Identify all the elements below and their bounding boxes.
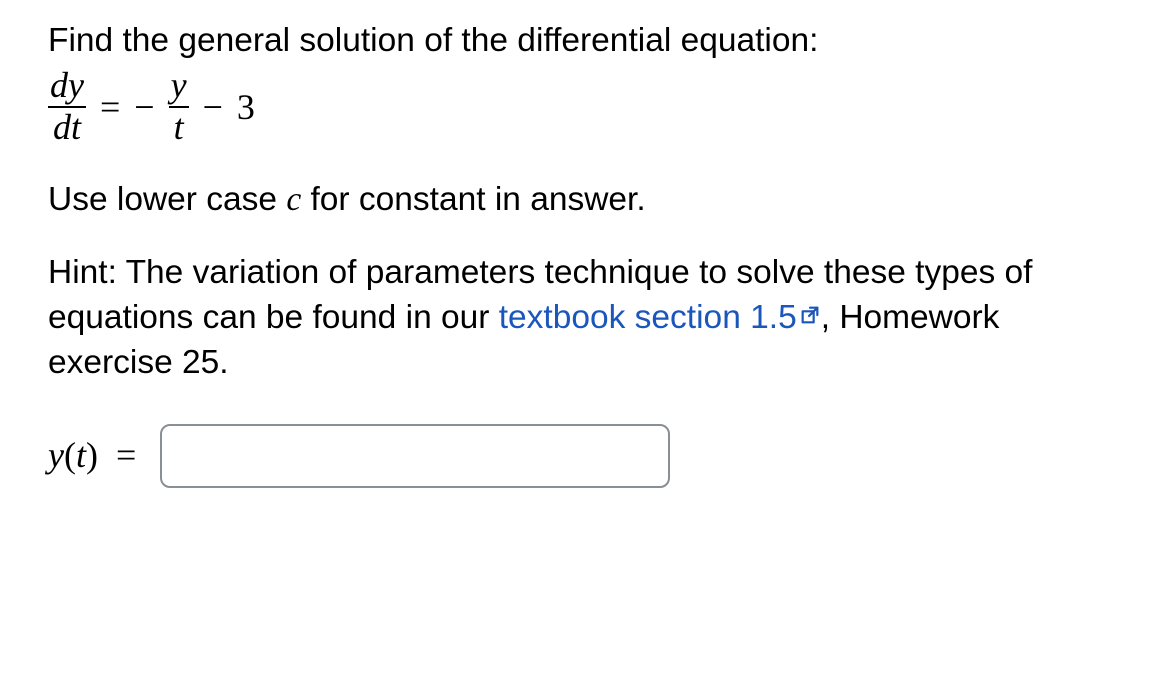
denominator-t: t <box>172 109 186 147</box>
constant-three: 3 <box>237 89 255 125</box>
instruction-text: Use lower case c for constant in answer. <box>48 177 1130 222</box>
constant-variable-c: c <box>286 181 301 218</box>
answer-open-paren: ( <box>64 435 76 475</box>
textbook-link[interactable]: textbook section 1.5 <box>499 299 821 336</box>
negative-sign: − <box>134 89 154 125</box>
answer-t: t <box>76 435 86 475</box>
answer-row: y(t) = <box>48 424 1130 488</box>
answer-input[interactable] <box>160 424 670 488</box>
denominator-dt: dt <box>51 109 83 147</box>
numerator-y: y <box>169 67 189 105</box>
differential-equation: dy dt = − y t − 3 <box>48 67 1130 147</box>
problem-prompt: Find the general solution of the differe… <box>48 18 1130 63</box>
fraction-dy-dt: dy dt <box>48 67 86 147</box>
instruction-post: for constant in answer. <box>301 181 646 218</box>
fraction-y-t: y t <box>169 67 189 147</box>
numerator-dy: dy <box>48 67 86 105</box>
external-link-icon <box>799 293 821 338</box>
answer-close-paren: ) <box>86 435 98 475</box>
answer-y: y <box>48 435 64 475</box>
textbook-link-text: textbook section 1.5 <box>499 299 797 336</box>
minus-sign: − <box>203 89 223 125</box>
hint-text: Hint: The variation of parameters techni… <box>48 250 1130 386</box>
answer-equals: = <box>116 431 136 480</box>
equals-sign: = <box>100 89 120 125</box>
instruction-pre: Use lower case <box>48 181 286 218</box>
answer-label: y(t) <box>48 431 98 480</box>
